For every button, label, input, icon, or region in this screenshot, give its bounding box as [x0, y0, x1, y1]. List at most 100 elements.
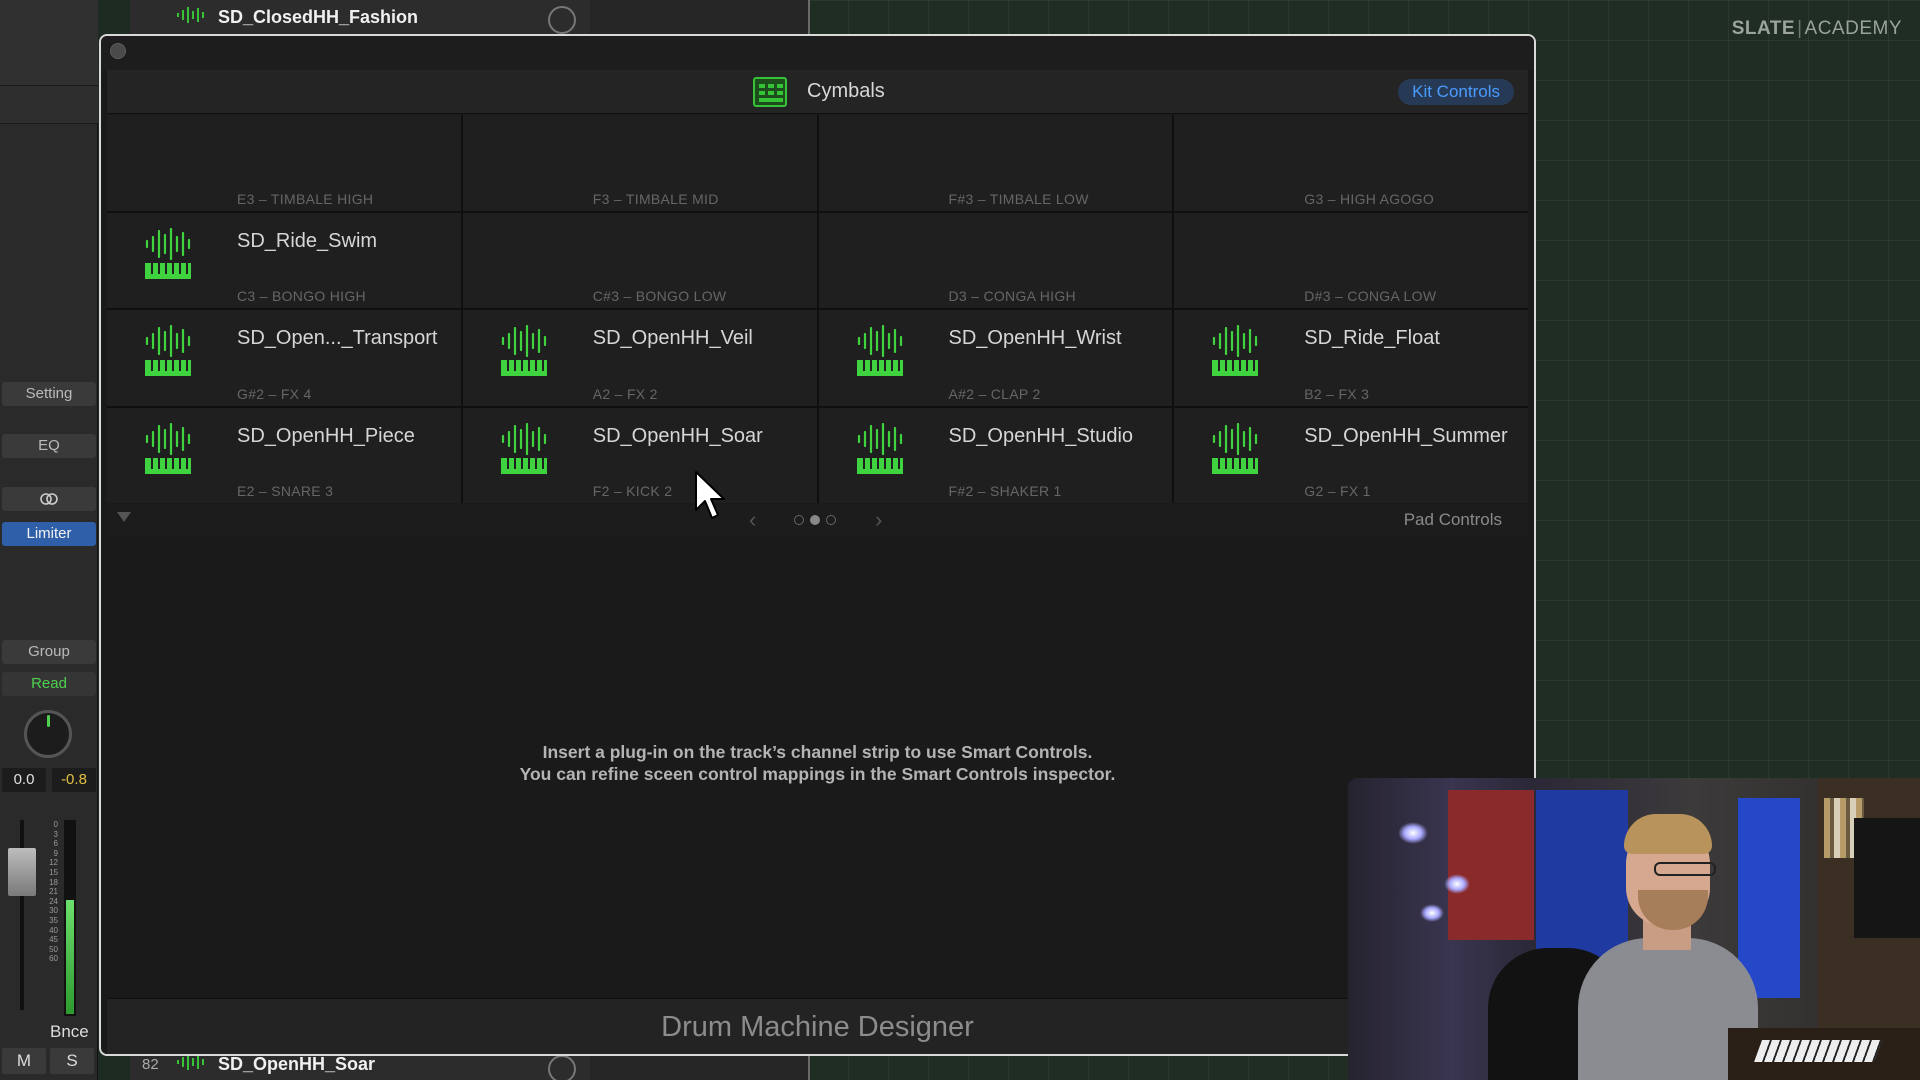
brand-watermark: SLATE | ACADEMY [1732, 18, 1902, 40]
setting-button[interactable]: Setting [2, 382, 96, 406]
pad-note-label: F3 – TIMBALE MID [592, 190, 719, 207]
page-dot[interactable] [794, 515, 804, 525]
pad-sample-name: SD_Ride_Swim [237, 229, 378, 252]
drum-sampler-icon [143, 225, 195, 279]
drum-sampler-icon [143, 322, 195, 376]
level-meter-fill [66, 900, 74, 1014]
track-header-top[interactable]: SD_ClosedHH_Fashion [130, 0, 590, 36]
pad-note-label: D#3 – CONGA LOW [1304, 288, 1437, 304]
eq-button[interactable]: EQ [2, 434, 96, 458]
window-titlebar [101, 36, 1534, 70]
drum-pad[interactable]: F3 – TIMBALE MID [462, 115, 817, 211]
drum-sampler-icon [499, 322, 551, 376]
pad-note-label: C3 – BONGO HIGH [237, 288, 366, 304]
meter-scale-tick: 3 [53, 829, 58, 839]
drum-sampler-icon [855, 420, 907, 474]
drum-pad[interactable]: SD_OpenHH_Wrist A#2 – CLAP 2 [818, 310, 1173, 406]
drum-pad[interactable]: E3 – TIMBALE HIGH [107, 115, 461, 211]
meter-scale-tick: 15 [49, 867, 58, 877]
peak-readout[interactable]: -0.8 [52, 768, 96, 792]
pad-note-label: B2 – FX 3 [1304, 385, 1370, 402]
pad-controls-button[interactable]: Pad Controls [1404, 510, 1502, 530]
kit-title[interactable]: Cymbals [807, 80, 885, 103]
drum-pad[interactable]: SD_OpenHH_Summer G2 – FX 1 [1174, 407, 1528, 503]
drum-pad[interactable]: F#3 – TIMBALE LOW [818, 115, 1173, 211]
drum-pad[interactable]: SD_OpenHH_Soar F2 – KICK 2 [462, 407, 817, 503]
drum-pad[interactable]: D#3 – CONGA LOW [1174, 212, 1528, 308]
pad-note-label: A2 – FX 2 [592, 385, 658, 402]
strip-header [0, 0, 98, 86]
pad-note-label: G2 – FX 1 [1304, 483, 1371, 499]
drum-sampler-icon [1210, 322, 1262, 376]
page-dot-active[interactable] [810, 515, 820, 525]
drum-pad[interactable]: SD_Ride_Swim C3 – BONGO HIGH [107, 212, 461, 308]
plugin-name: Drum Machine Designer [661, 1011, 974, 1043]
pad-note-label: C#3 – BONGO LOW [592, 288, 727, 304]
track-pan-knob[interactable] [548, 6, 576, 34]
output-label[interactable]: Bnce [50, 1022, 89, 1042]
automation-mode-button[interactable]: Read [2, 672, 96, 696]
page-dot[interactable] [826, 515, 836, 525]
plugin-footer: Drum Machine Designer [107, 998, 1528, 1054]
volume-readout: 0.0 [2, 768, 46, 792]
pad-grid: E3 – TIMBALE HIGH F3 – TIMBALE MID F#3 – T… [107, 115, 1528, 503]
pad-note-label: G#2 – FX 4 [237, 385, 312, 402]
kit-controls-button[interactable]: Kit Controls [1398, 79, 1514, 105]
meter-scale-tick: 45 [49, 935, 58, 945]
meter-scale: 0 3 6 9 12 15 18 21 24 30 35 40 45 50 60 [40, 820, 58, 1012]
track-pan-knob[interactable] [548, 1055, 576, 1080]
presenter-webcam [1348, 778, 1920, 1080]
meter-scale-tick: 24 [49, 896, 58, 906]
group-button[interactable]: Group [2, 640, 96, 664]
link-icon[interactable] [2, 487, 96, 511]
pad-sample-name: SD_Open..._Transport [237, 327, 438, 349]
meter-scale-tick: 21 [49, 887, 58, 897]
pad-note-label: G3 – HIGH AGOGO [1304, 190, 1435, 207]
waveform-icon [174, 5, 218, 30]
meter-scale-tick: 30 [49, 906, 58, 916]
drum-pad[interactable]: SD_OpenHH_Piece E2 – SNARE 3 [107, 407, 461, 503]
meter-scale-tick: 35 [49, 915, 58, 925]
drum-pad[interactable]: SD_Ride_Float B2 – FX 3 [1174, 310, 1528, 406]
channel-strip: Setting EQ Limiter Group Read 0.0 -0.8 0… [0, 0, 98, 1080]
pad-sample-name: SD_OpenHH_Soar [592, 424, 763, 447]
smart-controls-line-1: Insert a plug-in on the track’s channel … [542, 742, 1093, 762]
meter-scale-tick: 18 [49, 877, 58, 887]
track-name[interactable]: SD_OpenHH_Soar [218, 1054, 375, 1075]
pad-sample-name: SD_OpenHH_Veil [592, 327, 753, 349]
drum-pad[interactable]: G3 – HIGH AGOGO [1174, 115, 1528, 211]
brand-part1: SLATE [1731, 18, 1796, 39]
track-number: 82 [142, 1056, 159, 1073]
meter-scale-tick: 9 [53, 848, 58, 858]
drum-pad[interactable]: SD_OpenHH_Veil A2 – FX 2 [462, 310, 817, 406]
drum-machine-designer-window: Cymbals Kit Controls E3 – TIMBALE HIGH F3… [99, 34, 1536, 1056]
limiter-plugin-slot[interactable]: Limiter [2, 522, 96, 546]
smart-controls-line-2: You can refine sceen control mappings in… [519, 764, 1116, 784]
drum-pad[interactable]: C#3 – BONGO LOW [462, 212, 817, 308]
drum-kit-icon[interactable] [753, 77, 787, 107]
drum-pad[interactable]: D3 – CONGA HIGH [818, 212, 1173, 308]
page-prev-button[interactable]: ‹ [749, 507, 756, 533]
drum-sampler-icon [499, 420, 551, 474]
mouse-cursor-icon [695, 471, 725, 519]
meter-scale-tick: 40 [49, 925, 58, 935]
pad-note-label: F#2 – SHAKER 1 [948, 483, 1062, 499]
pad-sample-name: SD_OpenHH_Piece [237, 424, 415, 447]
pan-knob[interactable] [24, 710, 72, 758]
kit-header: Cymbals Kit Controls [107, 70, 1528, 114]
pad-sample-name: SD_Ride_Float [1304, 327, 1440, 349]
drum-pad[interactable]: SD_Open..._Transport G#2 – FX 4 [107, 310, 461, 406]
pad-note-label: F#3 – TIMBALE LOW [948, 190, 1089, 207]
pad-note-label: E3 – TIMBALE HIGH [237, 190, 374, 207]
volume-fader[interactable] [8, 848, 36, 896]
pad-note-label: D3 – CONGA HIGH [948, 288, 1076, 304]
pad-sample-name: SD_OpenHH_Summer [1304, 424, 1508, 447]
solo-button[interactable]: S [50, 1048, 94, 1074]
drum-pad[interactable]: SD_OpenHH_Studio F#2 – SHAKER 1 [818, 407, 1173, 503]
disclosure-triangle-icon[interactable] [117, 512, 131, 522]
page-next-button[interactable]: › [875, 507, 882, 533]
track-name[interactable]: SD_ClosedHH_Fashion [218, 7, 418, 28]
close-button[interactable] [110, 43, 126, 59]
pad-note-label: A#2 – CLAP 2 [948, 385, 1041, 402]
mute-button[interactable]: M [2, 1048, 46, 1074]
